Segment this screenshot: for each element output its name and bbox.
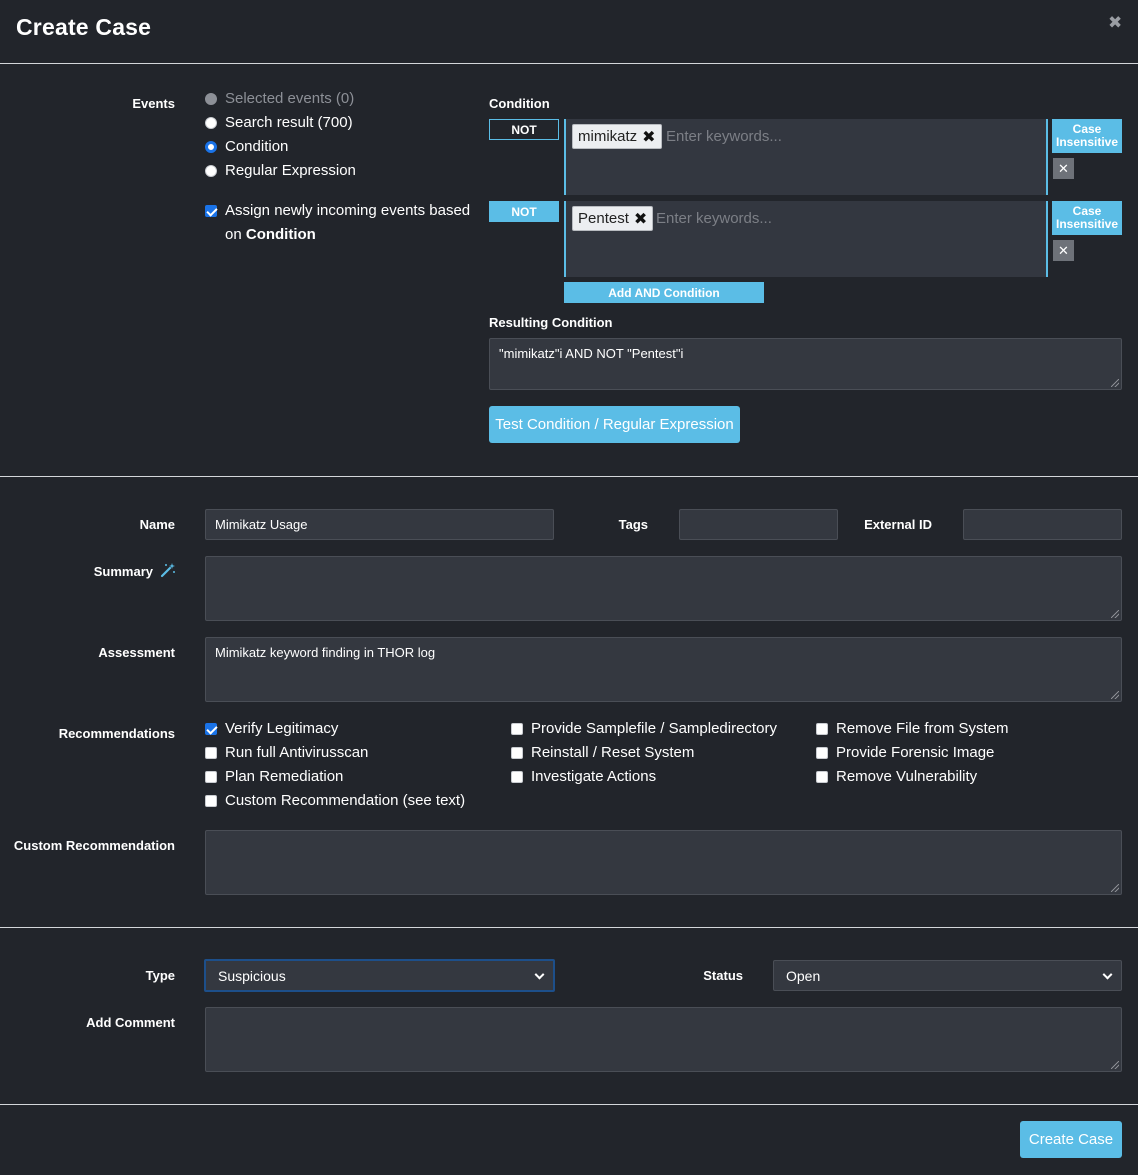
condition-label: Condition bbox=[489, 96, 550, 111]
radio-condition-label[interactable]: Condition bbox=[225, 138, 288, 155]
case-line2: Insensitive bbox=[1055, 135, 1119, 149]
assign-incoming-label-line2: on Condition bbox=[225, 226, 316, 243]
rec-plan-remediation-label[interactable]: Plan Remediation bbox=[225, 768, 343, 785]
assessment-value: Mimikatz keyword finding in THOR log bbox=[215, 645, 436, 660]
case-insensitive-button-1[interactable]: Case Insensitive bbox=[1052, 119, 1122, 153]
divider bbox=[0, 476, 1138, 477]
remove-condition-icon[interactable]: ✕ bbox=[1053, 158, 1074, 179]
rec-custom-label[interactable]: Custom Recommendation (see text) bbox=[225, 792, 465, 809]
rec-reinstall-label[interactable]: Reinstall / Reset System bbox=[531, 744, 694, 761]
create-case-button[interactable]: Create Case bbox=[1020, 1121, 1122, 1158]
type-value: Suspicious bbox=[218, 967, 286, 984]
tags-input[interactable] bbox=[679, 509, 838, 540]
summary-label: Summary bbox=[93, 564, 153, 579]
add-comment-label: Add Comment bbox=[86, 1015, 175, 1030]
keyword-input-1[interactable]: Enter keywords... bbox=[666, 128, 782, 145]
assign-incoming-label-line1: Assign newly incoming events based bbox=[225, 202, 471, 219]
radio-regular-expression[interactable] bbox=[205, 165, 217, 177]
remove-tag-icon[interactable]: ✖ bbox=[634, 209, 647, 229]
external-id-label: External ID bbox=[864, 517, 932, 532]
remove-tag-icon[interactable]: ✖ bbox=[642, 127, 655, 147]
divider bbox=[0, 1104, 1138, 1105]
case-line2: Insensitive bbox=[1055, 217, 1119, 231]
rec-investigate-checkbox[interactable] bbox=[511, 771, 523, 783]
rec-custom-checkbox[interactable] bbox=[205, 795, 217, 807]
custom-recommendation-field[interactable] bbox=[205, 830, 1122, 895]
rec-antivirus-checkbox[interactable] bbox=[205, 747, 217, 759]
chevron-down-icon bbox=[534, 969, 545, 980]
chevron-down-icon bbox=[1102, 969, 1113, 980]
rec-verify-legitimacy-label[interactable]: Verify Legitimacy bbox=[225, 720, 338, 737]
keyword-box-1[interactable]: mimikatz ✖ Enter keywords... bbox=[564, 119, 1048, 195]
radio-search-result-label[interactable]: Search result (700) bbox=[225, 114, 353, 131]
keyword-tag-label: mimikatz bbox=[578, 128, 638, 145]
name-label: Name bbox=[139, 517, 175, 532]
keyword-tag: Pentest ✖ bbox=[572, 206, 654, 231]
status-value: Open bbox=[786, 967, 821, 984]
rec-plan-remediation-checkbox[interactable] bbox=[205, 771, 217, 783]
keyword-box-2[interactable]: Pentest ✖ Enter keywords... bbox=[564, 201, 1048, 277]
keyword-input-2[interactable]: Enter keywords... bbox=[656, 210, 772, 227]
dialog-title: Create Case bbox=[16, 14, 152, 40]
close-icon[interactable]: ✖ bbox=[1108, 13, 1122, 33]
rec-verify-legitimacy-checkbox[interactable] bbox=[205, 723, 217, 735]
status-select[interactable]: Open bbox=[773, 960, 1122, 991]
keyword-tag-label: Pentest bbox=[578, 210, 629, 227]
rec-remove-file-label[interactable]: Remove File from System bbox=[836, 720, 1009, 737]
events-label: Events bbox=[132, 96, 175, 111]
rec-investigate-label[interactable]: Investigate Actions bbox=[531, 768, 656, 785]
tags-label: Tags bbox=[618, 517, 648, 532]
rec-forensic-image-label[interactable]: Provide Forensic Image bbox=[836, 744, 994, 761]
assign-bold-condition: Condition bbox=[245, 226, 316, 243]
remove-condition-icon[interactable]: ✕ bbox=[1053, 240, 1074, 261]
resize-grip-icon[interactable] bbox=[1111, 691, 1119, 699]
assessment-label: Assessment bbox=[98, 645, 175, 660]
rec-antivirus-label[interactable]: Run full Antivirusscan bbox=[225, 744, 368, 761]
external-id-input[interactable] bbox=[963, 509, 1122, 540]
rec-samplefile-checkbox[interactable] bbox=[511, 723, 523, 735]
assign-prefix: on bbox=[225, 226, 246, 243]
not-toggle-2[interactable]: NOT bbox=[489, 201, 559, 222]
rec-remove-file-checkbox[interactable] bbox=[816, 723, 828, 735]
radio-regular-expression-label[interactable]: Regular Expression bbox=[225, 162, 356, 179]
resize-grip-icon[interactable] bbox=[1111, 884, 1119, 892]
summary-field[interactable] bbox=[205, 556, 1122, 621]
radio-selected-events bbox=[205, 93, 217, 105]
magic-wand-icon[interactable] bbox=[160, 562, 176, 578]
status-label: Status bbox=[703, 968, 743, 983]
radio-condition[interactable] bbox=[205, 141, 217, 153]
assign-incoming-checkbox[interactable] bbox=[205, 205, 217, 217]
rec-remove-vulnerability-label[interactable]: Remove Vulnerability bbox=[836, 768, 977, 785]
keyword-tag: mimikatz ✖ bbox=[572, 124, 662, 149]
radio-search-result[interactable] bbox=[205, 117, 217, 129]
test-condition-button[interactable]: Test Condition / Regular Expression bbox=[489, 406, 740, 443]
name-input[interactable]: Mimikatz Usage bbox=[205, 509, 554, 540]
not-toggle-1[interactable]: NOT bbox=[489, 119, 559, 140]
resize-grip-icon[interactable] bbox=[1111, 379, 1119, 387]
assessment-field[interactable]: Mimikatz keyword finding in THOR log bbox=[205, 637, 1122, 702]
rec-reinstall-checkbox[interactable] bbox=[511, 747, 523, 759]
radio-selected-events-label: Selected events (0) bbox=[225, 90, 355, 107]
divider bbox=[0, 63, 1138, 64]
resulting-condition-text: "mimikatz"i AND NOT "Pentest"i bbox=[499, 346, 684, 361]
resize-grip-icon[interactable] bbox=[1111, 1061, 1119, 1069]
divider bbox=[0, 927, 1138, 928]
rec-forensic-image-checkbox[interactable] bbox=[816, 747, 828, 759]
case-insensitive-button-2[interactable]: Case Insensitive bbox=[1052, 201, 1122, 235]
rec-samplefile-label[interactable]: Provide Samplefile / Sampledirectory bbox=[531, 720, 777, 737]
resize-grip-icon[interactable] bbox=[1111, 610, 1119, 618]
name-value: Mimikatz Usage bbox=[215, 517, 308, 532]
custom-recommendation-label: Custom Recommendation bbox=[13, 838, 175, 853]
recommendations-label: Recommendations bbox=[58, 726, 175, 741]
rec-remove-vulnerability-checkbox[interactable] bbox=[816, 771, 828, 783]
resulting-condition-label: Resulting Condition bbox=[489, 315, 613, 330]
resulting-condition-field[interactable]: "mimikatz"i AND NOT "Pentest"i bbox=[489, 338, 1122, 390]
add-and-condition-button[interactable]: Add AND Condition bbox=[564, 282, 764, 303]
type-select[interactable]: Suspicious bbox=[204, 959, 555, 992]
type-label: Type bbox=[145, 968, 175, 983]
add-comment-field[interactable] bbox=[205, 1007, 1122, 1072]
